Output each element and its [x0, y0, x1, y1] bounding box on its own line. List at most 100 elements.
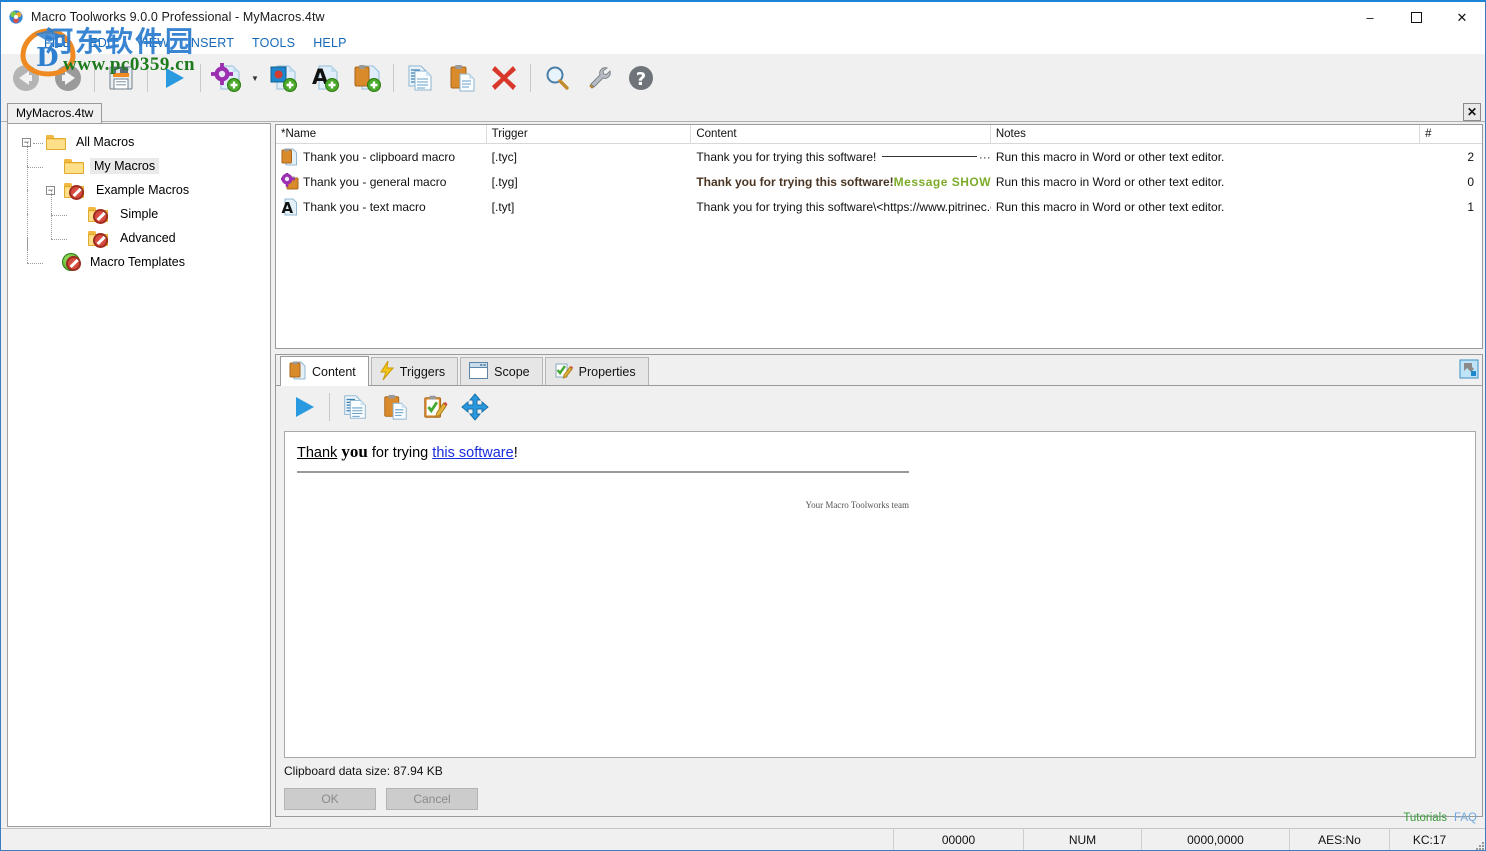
- tutorials-link[interactable]: Tutorials: [1403, 812, 1447, 824]
- menu-item-help[interactable]: HELP: [304, 34, 355, 52]
- tab-scope[interactable]: Scope: [460, 357, 542, 385]
- green-ball-blocked-icon: [62, 253, 80, 271]
- close-button[interactable]: ✕: [1439, 2, 1485, 32]
- faq-link[interactable]: FAQ: [1454, 812, 1477, 824]
- column-header-name[interactable]: *Name: [276, 125, 487, 144]
- toolbar-separator: [94, 64, 95, 92]
- chevron-down-icon[interactable]: ▼: [248, 56, 262, 100]
- new-macro-gear-icon[interactable]: [206, 56, 248, 100]
- tree-connector: [27, 166, 28, 190]
- status-bar: 00000 NUM 0000,0000 AES:No KC:17: [1, 828, 1485, 850]
- cell-notes: Run this macro in Word or other text edi…: [991, 194, 1420, 219]
- lightning-icon: [380, 361, 394, 383]
- tree-item-all-macros[interactable]: − All Macros: [8, 130, 270, 154]
- blocked-overlay-icon: [93, 209, 108, 224]
- run-icon[interactable]: [284, 388, 324, 426]
- tree-item-simple[interactable]: Simple: [8, 202, 270, 226]
- table-row[interactable]: A Thank you - text macro [.tyt] Thank yo…: [276, 194, 1482, 219]
- cancel-button[interactable]: Cancel: [386, 788, 478, 810]
- tree-connector: [33, 143, 43, 144]
- column-header-trigger[interactable]: Trigger: [487, 125, 692, 144]
- tab-properties[interactable]: Properties: [545, 357, 649, 385]
- macro-tree-panel[interactable]: − All Macros My Macros −: [7, 123, 271, 827]
- toolbar-separator: [329, 393, 330, 421]
- edit-clipboard-icon[interactable]: [415, 388, 455, 426]
- tree-connector: [27, 142, 28, 166]
- new-text-macro-icon[interactable]: A: [304, 56, 346, 100]
- menu-item-tools[interactable]: TOOLS: [243, 34, 304, 52]
- new-clipboard-macro-icon[interactable]: [346, 56, 388, 100]
- blocked-overlay-icon: [93, 233, 108, 248]
- cell-count: 1: [1420, 194, 1482, 219]
- application-window: Macro Toolworks 9.0.0 Professional - MyM…: [0, 0, 1486, 851]
- cell-content-text: Thank you for trying this software!: [696, 150, 876, 164]
- macro-list-panel[interactable]: *Name Trigger Content Notes # Thank you …: [275, 124, 1483, 349]
- general-macro-icon: [281, 173, 297, 191]
- help-links: Tutorials FAQ: [1403, 812, 1477, 824]
- cell-notes: Run this macro in Word or other text edi…: [991, 169, 1420, 194]
- folder-icon: [46, 135, 66, 150]
- cell-count: 2: [1420, 144, 1482, 169]
- tab-content[interactable]: Content: [280, 356, 369, 386]
- column-header-content[interactable]: Content: [691, 125, 991, 144]
- menu-item-view[interactable]: VIEW: [127, 34, 178, 52]
- delete-icon[interactable]: [483, 56, 525, 100]
- content-word-thank: Thank: [297, 445, 337, 461]
- status-field-position: 0000,0000: [1141, 829, 1289, 851]
- tree-item-advanced[interactable]: Advanced: [8, 226, 270, 250]
- play-icon[interactable]: [153, 56, 195, 100]
- column-header-count[interactable]: #: [1420, 125, 1482, 144]
- save-icon[interactable]: [100, 56, 142, 100]
- clipboard-size-label: Clipboard data size: 87.94 KB: [284, 764, 443, 778]
- tree-connector: [27, 238, 28, 263]
- cell-name-text: Thank you - clipboard macro: [303, 150, 455, 164]
- tools-icon[interactable]: [578, 56, 620, 100]
- back-icon[interactable]: [5, 56, 47, 100]
- blocked-overlay-icon: [69, 185, 84, 200]
- menu-bar: FILE EDIT VIEW INSERT TOOLS HELP: [1, 32, 1485, 54]
- macro-content-editor[interactable]: Thank you for trying this software! Your…: [284, 431, 1476, 758]
- tree-item-label: Example Macros: [92, 182, 193, 198]
- content-signature: Your Macro Toolworks team: [297, 500, 909, 510]
- tree-item-my-macros[interactable]: My Macros: [8, 154, 270, 178]
- macro-editor-panel: Content Triggers: [275, 354, 1483, 817]
- tree-item-label: Simple: [116, 206, 162, 222]
- close-document-icon[interactable]: ✕: [1463, 103, 1481, 121]
- search-icon[interactable]: [536, 56, 578, 100]
- move-icon[interactable]: [455, 388, 495, 426]
- tab-triggers[interactable]: Triggers: [371, 357, 458, 385]
- copy-icon[interactable]: [399, 56, 441, 100]
- dialog-buttons: OK Cancel: [284, 788, 478, 810]
- help-icon[interactable]: ?: [620, 56, 662, 100]
- paste-icon[interactable]: [375, 388, 415, 426]
- menu-item-edit[interactable]: EDIT: [80, 34, 127, 52]
- forward-icon[interactable]: [47, 56, 89, 100]
- svg-text:?: ?: [636, 69, 646, 90]
- document-tab[interactable]: MyMacros.4tw: [7, 103, 102, 123]
- content-exclamation: !: [514, 445, 518, 461]
- toolbar-separator: [200, 64, 201, 92]
- table-row[interactable]: Thank you - clipboard macro [.tyc] Thank…: [276, 144, 1482, 169]
- cell-content: Thank you for trying this software!···: [691, 144, 991, 169]
- ok-button[interactable]: OK: [284, 788, 376, 810]
- tree-item-example-macros[interactable]: − Example Macros: [8, 178, 270, 202]
- menu-item-file[interactable]: FILE: [35, 34, 80, 52]
- expand-panel-icon[interactable]: [1459, 359, 1479, 379]
- copy-icon[interactable]: [335, 388, 375, 426]
- minimize-button[interactable]: –: [1347, 2, 1393, 32]
- resize-grip[interactable]: [1469, 829, 1485, 851]
- column-header-notes[interactable]: Notes: [991, 125, 1420, 144]
- paste-icon[interactable]: [441, 56, 483, 100]
- content-link[interactable]: this software: [432, 445, 513, 461]
- tree-connector: [51, 215, 67, 216]
- tree-item-macro-templates[interactable]: Macro Templates: [8, 250, 270, 274]
- new-recorded-macro-icon[interactable]: [262, 56, 304, 100]
- folder-icon: [64, 159, 84, 174]
- window-title: Macro Toolworks 9.0.0 Professional - MyM…: [31, 10, 325, 24]
- cell-name: A Thank you - text macro: [276, 194, 487, 219]
- table-row[interactable]: Thank you - general macro [.tyg] Thank y…: [276, 169, 1482, 194]
- content-rule: [882, 156, 976, 157]
- cell-content: Thank you for trying this software!Messa…: [691, 169, 991, 194]
- menu-item-insert[interactable]: INSERT: [178, 34, 243, 52]
- maximize-button[interactable]: [1393, 2, 1439, 32]
